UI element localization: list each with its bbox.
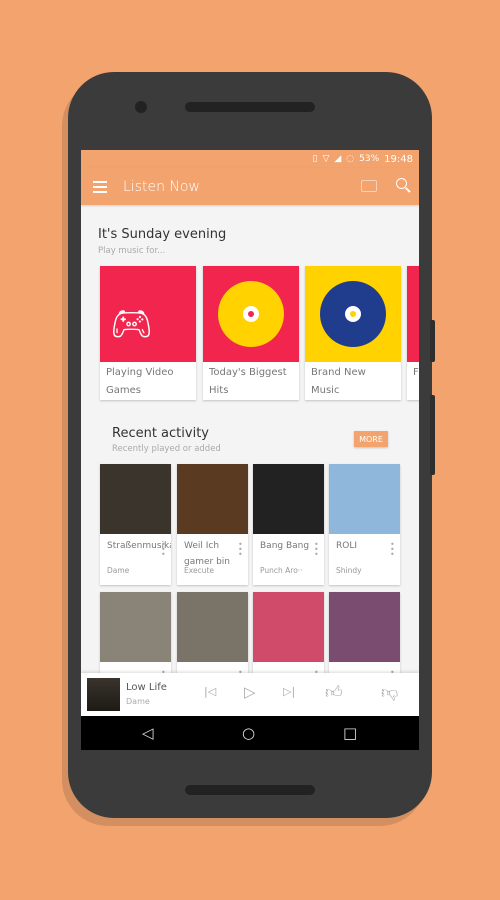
battery-text: 53% xyxy=(359,154,380,164)
album-art xyxy=(100,464,171,534)
earpiece xyxy=(185,102,315,112)
album-artist: Execute xyxy=(184,566,214,575)
vibrate-icon: ▯ xyxy=(312,154,318,164)
clock: 19:48 xyxy=(384,153,413,165)
mix-art xyxy=(203,266,299,362)
screen: ▯ ▽ ◢ ◌ 53% 19:48 Listen Now It's Sunday… xyxy=(81,150,419,750)
album-card[interactable]: Straßenmusikant•••Dame xyxy=(100,464,171,585)
volume-button xyxy=(430,320,435,362)
album-art xyxy=(253,592,324,662)
mix-label: Today's Biggest Hits xyxy=(209,367,287,396)
mix-art: 🎮︎ xyxy=(100,266,196,362)
album-art xyxy=(253,464,324,534)
recent-subtitle: Recently played or added xyxy=(112,444,221,454)
overflow-menu-icon[interactable]: ••• xyxy=(238,541,243,559)
back-icon[interactable]: ◁ xyxy=(142,724,154,742)
thumbs-up-icon[interactable]: 👍︎ xyxy=(325,682,343,703)
album-art xyxy=(100,592,171,662)
album-art xyxy=(177,464,248,534)
now-playing-bar[interactable]: Low Life Dame |◁ ▷ ▷| 👍︎ 👎︎ xyxy=(81,673,419,716)
album-thumbnail xyxy=(87,678,120,711)
overflow-menu-icon[interactable]: ••• xyxy=(161,541,166,559)
play-icon[interactable]: ▷ xyxy=(244,683,256,701)
sync-icon: ◌ xyxy=(346,154,355,164)
home-icon[interactable]: ○ xyxy=(242,724,255,742)
mix-art xyxy=(407,266,419,362)
album-art xyxy=(329,464,400,534)
mix-label: Playing Video Games xyxy=(106,367,174,396)
previous-icon[interactable]: |◁ xyxy=(204,685,216,698)
overflow-menu-icon[interactable]: ••• xyxy=(314,541,319,559)
recents-icon[interactable]: □ xyxy=(343,724,357,742)
album-card[interactable]: ROLI • • • Shindy xyxy=(329,464,400,585)
mix-art xyxy=(305,266,401,362)
front-camera xyxy=(135,101,147,113)
mix-card[interactable]: F xyxy=(407,266,419,400)
more-button[interactable]: MORE xyxy=(354,431,388,447)
album-card[interactable]: Weil Ich gamer bin • • • Execute xyxy=(177,464,248,585)
section-title: It's Sunday evening xyxy=(98,227,227,242)
mix-card[interactable]: Brand New Music xyxy=(305,266,401,400)
album-artist: Dame xyxy=(107,566,130,575)
album-card[interactable]: Bang Bang • • • Punch Aro·· xyxy=(253,464,324,585)
recent-title: Recent activity xyxy=(112,426,209,441)
cast-icon[interactable] xyxy=(361,180,377,192)
mix-label: F xyxy=(413,367,419,378)
album-art xyxy=(177,592,248,662)
navigation-bar: ◁ ○ □ xyxy=(81,716,419,750)
page-title: Listen Now xyxy=(123,178,200,195)
section-subtitle: Play music for... xyxy=(98,246,166,256)
album-artist: Punch Aro·· xyxy=(260,566,303,575)
bottom-speaker xyxy=(185,785,315,795)
mix-label: Brand New Music xyxy=(311,367,366,396)
album-art xyxy=(329,592,400,662)
menu-icon[interactable] xyxy=(93,180,107,193)
album-artist: Shindy xyxy=(336,566,362,575)
status-bar: ▯ ▽ ◢ ◌ 53% 19:48 xyxy=(81,150,419,168)
app-bar: Listen Now xyxy=(81,168,419,205)
track-artist: Dame xyxy=(126,697,150,706)
mix-card[interactable]: 🎮︎ Playing Video Games xyxy=(100,266,196,400)
power-button xyxy=(430,395,435,475)
overflow-menu-icon[interactable]: ••• xyxy=(390,541,395,559)
track-title: Low Life xyxy=(126,682,167,693)
signal-icon: ◢ xyxy=(334,154,342,164)
next-icon[interactable]: ▷| xyxy=(283,685,295,698)
mix-card[interactable]: Today's Biggest Hits xyxy=(203,266,299,400)
search-icon[interactable] xyxy=(396,178,407,189)
wifi-icon: ▽ xyxy=(322,154,330,164)
thumbs-down-icon[interactable]: 👎︎ xyxy=(381,682,398,703)
